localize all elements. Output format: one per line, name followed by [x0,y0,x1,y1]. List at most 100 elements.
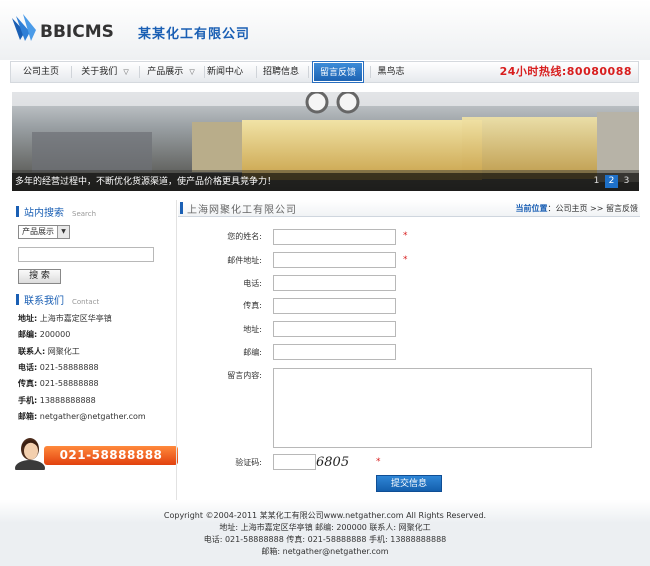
message-textarea[interactable] [273,368,592,448]
message-label: 留言内容: [227,371,262,380]
search-category-select[interactable]: 产品展示 ▼ [18,225,70,239]
zip-field[interactable] [273,344,396,360]
fax-label: 传真: [243,301,262,310]
captcha-image[interactable]: 6805 [316,456,371,470]
banner-page-3[interactable]: 3 [620,175,633,188]
hotline-ad[interactable]: 021-58888888 [12,434,178,472]
search-title-en: Search [72,210,97,218]
contact-person: 联系人: 网聚化工 [18,346,80,357]
email-field[interactable] [273,252,396,268]
main-header: 上海网聚化工有限公司 当前位置：公司主页 >> 留言反馈 [178,200,640,217]
heading-bar [180,202,183,214]
nav-item-label: 招聘信息 [262,67,299,77]
hotline: 24小时热线:80080088 [499,65,632,78]
contact-value: 200000 [39,330,71,339]
nav-item-label: 公司主页 [22,67,59,77]
required-mark: * [376,457,381,467]
email-label: 邮件地址: [227,256,262,265]
contact-email: 邮箱: netgather@netgather.com [18,411,146,422]
nav-item-news[interactable]: 新闻中心 [205,62,245,82]
nav-item-label: 产品展示 [147,67,184,77]
address-label: 地址: [243,325,262,334]
nav-item-jobs[interactable]: 招聘信息 [261,62,301,82]
nav-separator [71,66,72,78]
breadcrumb-home[interactable]: 公司主页 [556,204,588,213]
banner[interactable]: 多年的经营过程中，不断优化货源渠道，使产品价格更具竞争力！ 123 [12,92,639,191]
nav-item-label: 留言反馈 [319,68,356,78]
chevron-down-icon: ▼ [57,226,69,238]
heading-bar [16,294,19,305]
contact-value: 021-58888888 [39,363,99,372]
nav-item-label: 新闻中心 [206,67,243,77]
contact-address: 地址: 上海市嘉定区华亭镇 [18,313,112,324]
agent-avatar-icon [15,438,45,470]
breadcrumb-label: 当前位置 [515,204,548,213]
chevron-down-icon: ▽ [123,68,129,76]
ad-phone: 021-58888888 [44,446,178,465]
footer-copyright: Copyright ©2004-2011 某某化工有限公司www.netgath… [163,511,487,520]
nav-separator [256,66,257,78]
captcha-input[interactable] [273,454,316,470]
page-title: 上海网聚化工有限公司 [187,205,297,216]
banner-page-2[interactable]: 2 [605,175,618,188]
search-input[interactable] [18,247,154,262]
phone-label: 电话: [243,279,262,288]
breadcrumb-current: 留言反馈 [606,204,638,213]
contact-label: 邮箱: [18,412,38,421]
contact-title: 联系我们 [24,296,64,307]
search-title: 站内搜索 [24,208,64,219]
nav-item-products[interactable]: 产品展示 ▽ [141,62,201,82]
contact-label: 手机: [18,396,38,405]
contact-fax: 传真: 021-58888888 [18,378,99,389]
contact-value: 021-58888888 [39,379,99,388]
contact-zip: 邮编: 200000 [18,329,70,340]
contact-label: 联系人: [18,347,46,356]
main-nav: 公司主页 关于我们 ▽ 产品展示 ▽ 新闻中心 招聘信息 留言反馈 黑鸟志 24小时… [10,61,639,83]
contact-label: 传真: [18,379,38,388]
contact-value: 13888888888 [39,396,96,405]
nav-separator [370,66,371,78]
banner-pager: 123 [588,175,633,188]
phone-field[interactable] [273,275,396,291]
select-value: 产品展示 [22,227,54,236]
footer-phones: 电话: 021-58888888 传真: 021-58888888 手机: 13… [203,535,447,544]
nav-separator [308,66,309,78]
nav-item-about[interactable]: 关于我们 ▽ [75,62,135,82]
zip-label: 邮编: [243,348,262,357]
breadcrumb: 当前位置：公司主页 >> 留言反馈 [516,203,639,214]
banner-page-1[interactable]: 1 [590,175,603,188]
contact-phone: 电话: 021-58888888 [18,362,99,373]
search-button[interactable]: 搜 索 [18,269,61,284]
fax-field[interactable] [273,298,396,314]
column-divider [176,200,177,500]
header: BBICMS 某某化工有限公司 [0,0,650,60]
required-mark: * [403,231,408,241]
name-label: 您的姓名: [227,232,262,241]
required-mark: * [403,255,408,265]
nav-item-label: 关于我们 [81,67,118,77]
logo-mark-icon [12,14,36,41]
contact-value: 网聚化工 [47,347,80,356]
nav-item-blog[interactable]: 黑鸟志 [374,62,408,82]
captcha-label: 验证码: [235,458,262,467]
breadcrumb-arrow: >> [590,204,604,213]
contact-label: 邮编: [18,330,38,339]
contact-label: 电话: [18,363,38,372]
contact-value: netgather@netgather.com [39,412,146,421]
contact-heading: 联系我们 Contact [16,292,100,307]
nav-item-home[interactable]: 公司主页 [15,62,67,82]
footer: Copyright ©2004-2011 某某化工有限公司www.netgath… [0,500,650,566]
logo-text: BBICMS [40,22,114,42]
footer-email: 邮箱: netgather@netgather.com [261,547,389,556]
submit-button[interactable]: 提交信息 [376,475,442,492]
search-heading: 站内搜索 Search [16,204,97,219]
nav-separator [139,66,140,78]
contact-title-en: Contact [72,298,100,306]
contact-mobile: 手机: 13888888888 [18,395,96,406]
company-name: 某某化工有限公司 [138,27,251,42]
footer-address: 地址: 上海市嘉定区华亭镇 邮编: 200000 联系人: 网聚化工 [219,523,431,532]
nav-item-feedback[interactable]: 留言反馈 [312,61,364,83]
address-field[interactable] [273,321,396,337]
name-field[interactable] [273,229,396,245]
heading-bar [16,206,19,217]
